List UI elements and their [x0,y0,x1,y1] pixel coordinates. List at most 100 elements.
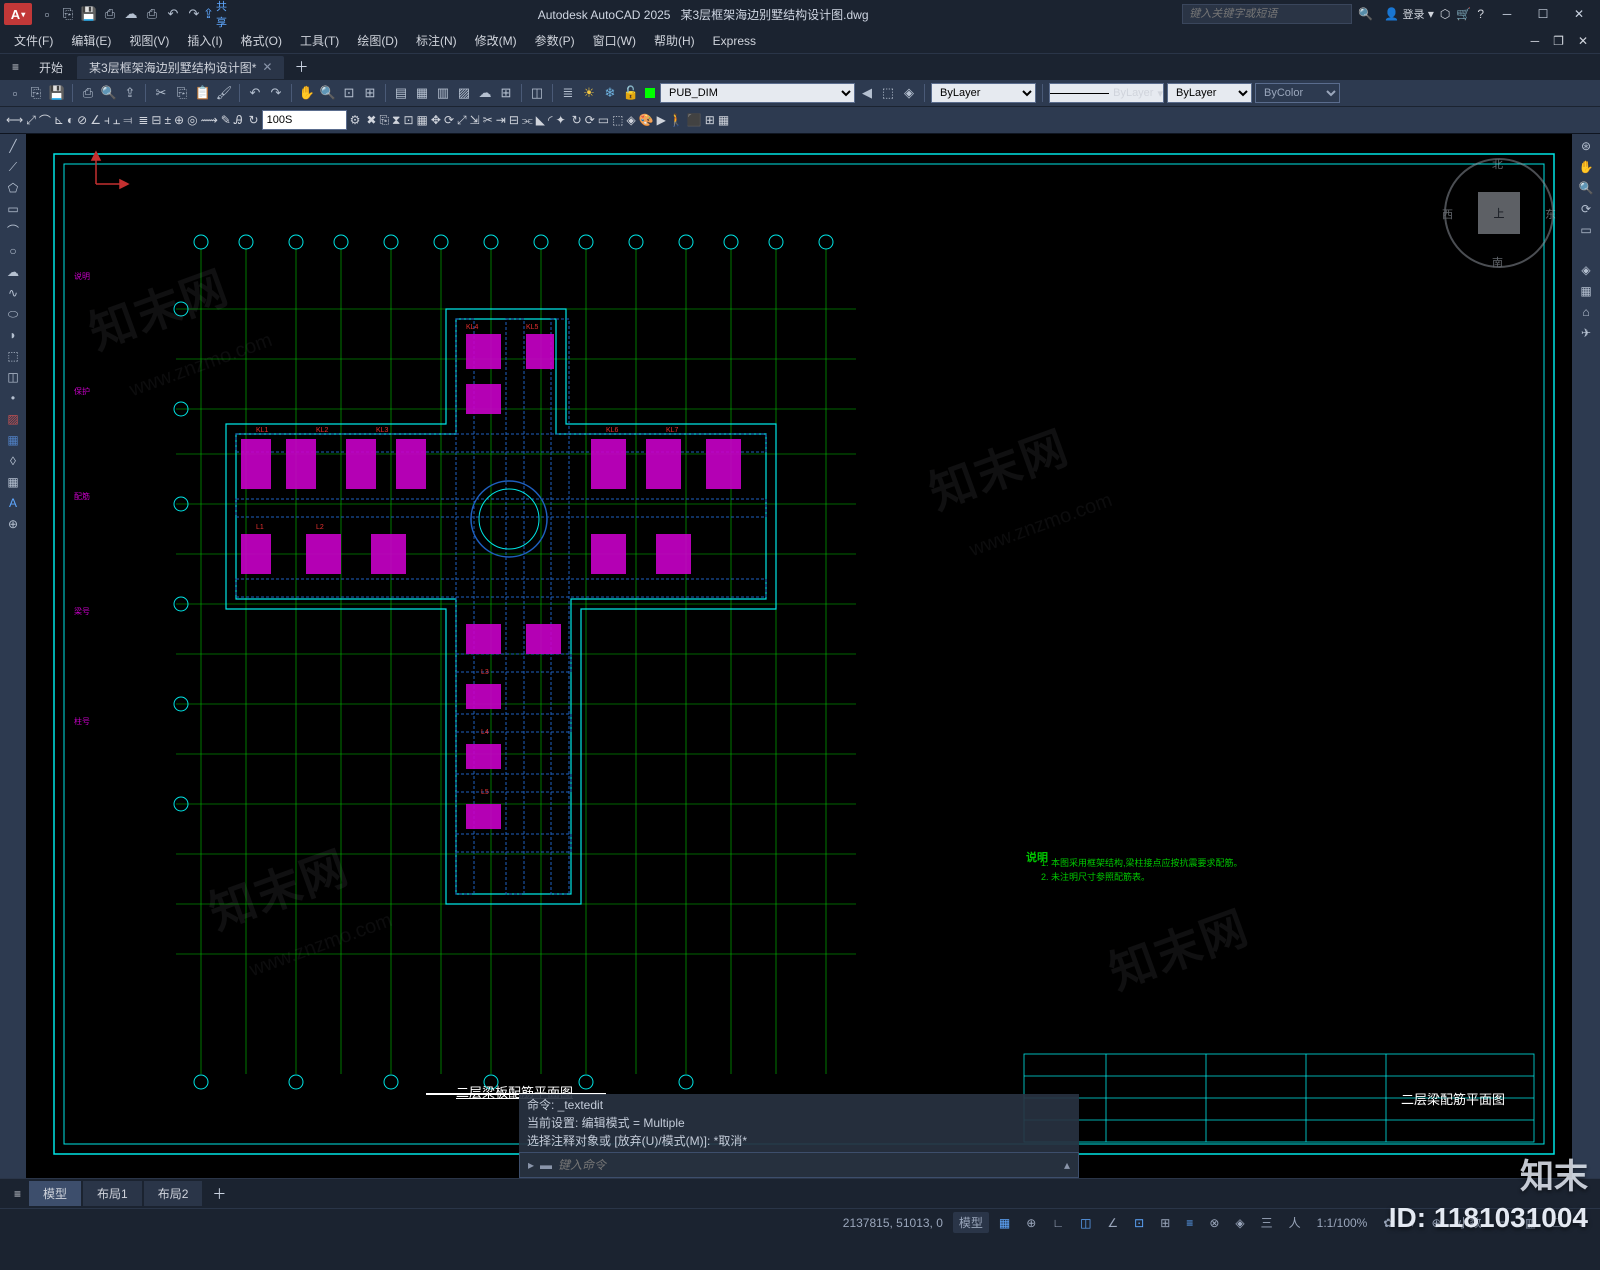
mod-trim-icon[interactable]: ✂ [483,113,493,127]
qc-icon[interactable]: ⊞ [497,84,515,102]
draw-spline-icon[interactable]: ∿ [2,283,24,303]
draw-hatch-icon[interactable]: ▨ [2,409,24,429]
menu-edit[interactable]: 编辑(E) [63,30,119,51]
view-tile-icon[interactable]: ⊞ [705,113,715,127]
menu-express[interactable]: Express [705,32,764,50]
qat-new-icon[interactable]: ▫ [38,5,56,23]
layer-iso-icon[interactable]: ◈ [900,84,918,102]
menu-format[interactable]: 格式(O) [233,30,290,51]
search-icon[interactable]: 🔍 [1358,7,1378,21]
qat-redo-icon[interactable]: ↷ [185,5,203,23]
tolerance-icon[interactable]: ± [164,113,171,127]
menu-draw[interactable]: 绘图(D) [349,30,406,51]
tab-document[interactable]: 某3层框架海边别墅结构设计图*✕ [77,56,284,79]
draw-table-icon[interactable]: ▦ [2,472,24,492]
draw-arc-icon[interactable]: ⌒ [2,220,24,240]
status-trans-icon[interactable]: ◈ [1229,1214,1250,1232]
viewcube-n[interactable]: 北 [1492,156,1503,172]
draw-addsel-icon[interactable]: ⊕ [2,514,24,534]
mod-copy-icon[interactable]: ⎘ [379,113,389,128]
mod-mirror-icon[interactable]: ⧗ [392,113,400,128]
layout-add-button[interactable]: ＋ [204,1184,234,1204]
draw-ellipse-icon[interactable]: ⬭ [2,304,24,324]
dim-tedit-icon[interactable]: Ꭿ [234,113,243,128]
lineweight-select[interactable]: ByLayer [1167,83,1252,103]
maximize-button[interactable]: ☐ [1526,3,1560,25]
view-render-icon[interactable]: 🎨 [639,113,654,127]
markup-icon[interactable]: ☁ [476,84,494,102]
center-icon[interactable]: ⊕ [174,113,184,127]
status-grid-icon[interactable]: ▦ [993,1214,1016,1232]
cart-icon[interactable]: 🛒 [1456,7,1471,21]
status-cycle-icon[interactable]: 三 [1255,1212,1279,1233]
ribbon-toggle-icon[interactable]: ≡ [6,60,25,74]
dim-update-icon[interactable]: ↻ [249,113,259,127]
save-icon[interactable]: 💾 [48,84,66,102]
qat-share-icon[interactable]: ⇪ 共享 [206,5,224,23]
command-input[interactable] [558,1158,1058,1172]
status-3dosnap-icon[interactable]: ⊞ [1154,1214,1176,1232]
view-redraw-icon[interactable]: ↻ [572,113,582,127]
zoom-win-icon[interactable]: ⊡ [340,84,358,102]
redo-icon[interactable]: ↷ [267,84,285,102]
mod-offset-icon[interactable]: ⊡ [403,113,413,127]
view-walk-icon[interactable]: 🚶 [669,113,684,127]
copy-icon[interactable]: ⎘ [173,84,191,102]
dim-quick-icon[interactable]: ⫞ [104,113,110,128]
login-button[interactable]: 👤 登录 ▾ [1384,6,1434,22]
mod-extend-icon[interactable]: ⇥ [496,113,506,127]
draw-revcloud-icon[interactable]: ☁ [2,262,24,282]
mod-erase-icon[interactable]: ✖ [366,113,376,127]
status-snap-icon[interactable]: ⊕ [1020,1214,1042,1232]
menu-modify[interactable]: 修改(M) [467,30,525,51]
layer-sun-icon[interactable]: ☀ [580,84,598,102]
menu-dim[interactable]: 标注(N) [408,30,465,51]
mod-fillet-icon[interactable]: ◜ [548,113,553,127]
layer-select[interactable]: PUB_DIM [660,83,855,103]
dim-aligned-icon[interactable]: ⤢ [26,113,36,128]
linetype-select[interactable]: ByLayer▾ [1049,83,1164,103]
draw-point-icon[interactable]: • [2,388,24,408]
status-coords[interactable]: 2137815, 51013, 0 [837,1214,949,1232]
mod-array-icon[interactable]: ▦ [417,113,428,127]
status-anno-icon[interactable]: 人 [1283,1212,1307,1233]
new-icon[interactable]: ▫ [6,84,24,102]
mod-rotate-icon[interactable]: ⟳ [444,113,454,127]
dimstyle-input[interactable] [262,110,347,130]
draw-pline-icon[interactable]: ⟋ [2,157,24,177]
qat-save-icon[interactable]: 💾 [80,5,98,23]
dim-ord-icon[interactable]: ⊾ [54,113,64,127]
status-polar-icon[interactable]: ◫ [1074,1214,1097,1232]
block-icon[interactable]: ◫ [528,84,546,102]
draw-rect-icon[interactable]: ▭ [2,199,24,219]
view-regen-icon[interactable]: ⟳ [585,113,595,127]
draw-polygon-icon[interactable]: ⬠ [2,178,24,198]
color-select[interactable]: ByLayer [931,83,1036,103]
view-style-icon[interactable]: ◈ [626,113,635,127]
dim-dia-icon[interactable]: ⊘ [77,113,87,127]
drawing-canvas[interactable]: KL1KL2KL3 KL4KL5KL6 KL7L1L2 L3L4L5 说明保护配… [26,134,1572,1178]
draw-gradient-icon[interactable]: ▦ [2,430,24,450]
dc-icon[interactable]: ▦ [413,84,431,102]
cut-icon[interactable]: ✂ [152,84,170,102]
mod-stretch-icon[interactable]: ⇲ [470,113,480,127]
nav-wheel-icon[interactable]: ⊛ [1574,136,1598,156]
autodesk-app-icon[interactable]: ⬡ [1440,7,1450,21]
plot-icon[interactable]: ⎙ [79,84,97,102]
layer-lock-icon[interactable]: 🔓 [622,84,640,102]
dim-radius-icon[interactable]: ◐ [67,113,74,127]
layout-tab-1[interactable]: 布局1 [83,1181,142,1206]
dim-ang-icon[interactable]: ∠ [90,113,101,127]
nav-zoom-icon[interactable]: 🔍 [1574,178,1598,198]
mod-scale-icon[interactable]: ⤢ [457,113,467,128]
draw-circle-icon[interactable]: ○ [2,241,24,261]
dim-break-icon[interactable]: ⊟ [151,113,161,127]
layer-freeze-icon[interactable]: ❄ [601,84,619,102]
viewcube-e[interactable]: 东 [1545,206,1556,222]
zoom-icon[interactable]: 🔍 [319,84,337,102]
nav-orbit-icon[interactable]: ⟳ [1574,199,1598,219]
draw-region-icon[interactable]: ◊ [2,451,24,471]
tab-start[interactable]: 开始 [27,56,75,79]
layer-color-swatch[interactable] [645,88,655,98]
view-named-icon[interactable]: ▭ [598,113,609,127]
